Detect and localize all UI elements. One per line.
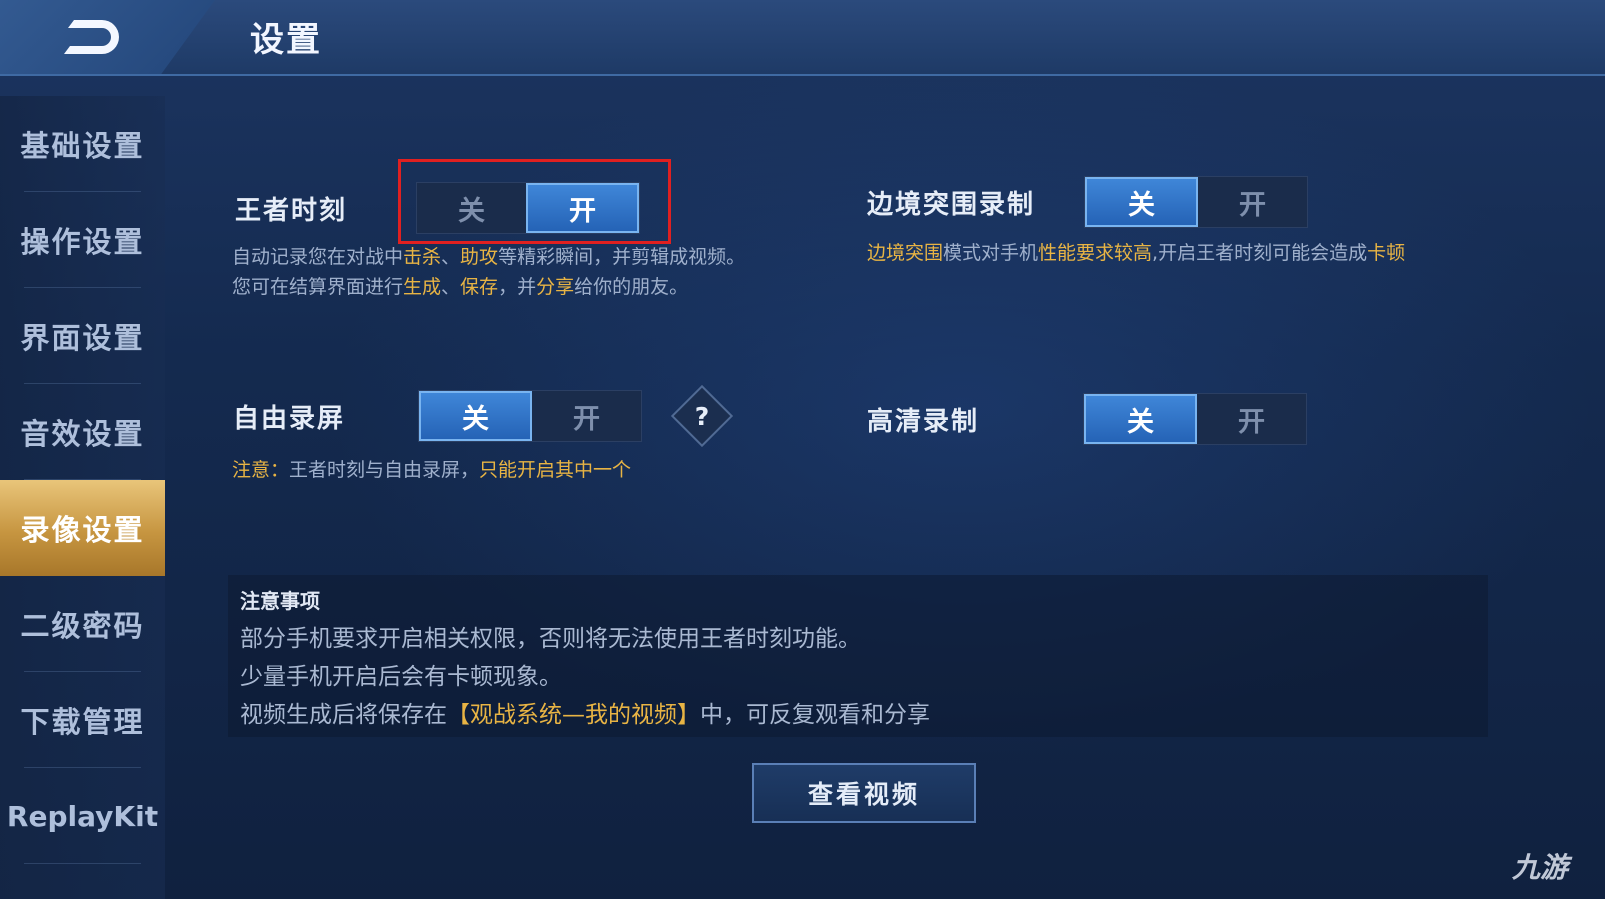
border-recording-toggle[interactable]: 关 开	[1084, 176, 1308, 228]
hd-recording-label: 高清录制	[867, 407, 980, 437]
view-videos-button[interactable]: 查看视频	[752, 763, 976, 823]
notes-panel: 注意事项 部分手机要求开启相关权限，否则将无法使用王者时刻功能。 少量手机开启后…	[228, 575, 1488, 737]
sidebar-item-secondary-password[interactable]: 二级密码	[0, 576, 165, 672]
free-off-option[interactable]: 关	[419, 391, 532, 441]
sidebar-item-replaykit[interactable]: ReplayKit	[0, 768, 165, 864]
sidebar-item-downloads[interactable]: 下载管理	[0, 672, 165, 768]
free-recording-note: 注意：王者时刻与自由录屏，只能开启其中一个	[232, 459, 632, 481]
notes-title: 注意事项	[240, 589, 320, 613]
moment-description-line2: 您可在结算界面进行生成、保存，并分享给你的朋友。	[232, 276, 689, 298]
sidebar-item-interface[interactable]: 界面设置	[0, 288, 165, 384]
free-recording-label: 自由录屏	[233, 404, 346, 434]
moment-description-line1: 自动记录您在对战中击杀、助攻等精彩瞬间，并剪辑成视频。	[232, 246, 746, 268]
border-off-option[interactable]: 关	[1085, 177, 1198, 227]
moment-label: 王者时刻	[235, 196, 348, 226]
border-recording-label: 边境突围录制	[867, 190, 1036, 220]
back-icon[interactable]	[56, 12, 128, 62]
sidebar: 基础设置 操作设置 界面设置 音效设置 录像设置 二级密码 下载管理 Repla…	[0, 96, 165, 899]
top-bar: 设置	[0, 0, 1605, 76]
sidebar-item-controls[interactable]: 操作设置	[0, 192, 165, 288]
page-title: 设置	[250, 20, 322, 60]
free-recording-toggle[interactable]: 关 开	[418, 390, 642, 442]
help-icon[interactable]: ?	[670, 384, 734, 448]
hd-recording-toggle[interactable]: 关 开	[1083, 393, 1307, 445]
sidebar-item-recording[interactable]: 录像设置	[0, 480, 165, 576]
hd-on-option[interactable]: 开	[1197, 394, 1306, 444]
hd-off-option[interactable]: 关	[1084, 394, 1197, 444]
sidebar-item-sound[interactable]: 音效设置	[0, 384, 165, 480]
border-on-option[interactable]: 开	[1198, 177, 1307, 227]
watermark-logo: 九游	[1512, 851, 1569, 884]
sidebar-item-basic[interactable]: 基础设置	[0, 96, 165, 192]
annotation-highlight-box	[398, 159, 671, 244]
notes-line-1: 部分手机要求开启相关权限，否则将无法使用王者时刻功能。	[240, 626, 861, 652]
border-recording-warning: 边境突围模式对手机性能要求较高,开启王者时刻可能会造成卡顿	[867, 242, 1406, 264]
back-area	[0, 0, 215, 74]
notes-line-2: 少量手机开启后会有卡顿现象。	[240, 664, 562, 690]
free-on-option[interactable]: 开	[532, 391, 641, 441]
notes-line-3: 视频生成后将保存在【观战系统—我的视频】中，可反复观看和分享	[240, 702, 930, 728]
